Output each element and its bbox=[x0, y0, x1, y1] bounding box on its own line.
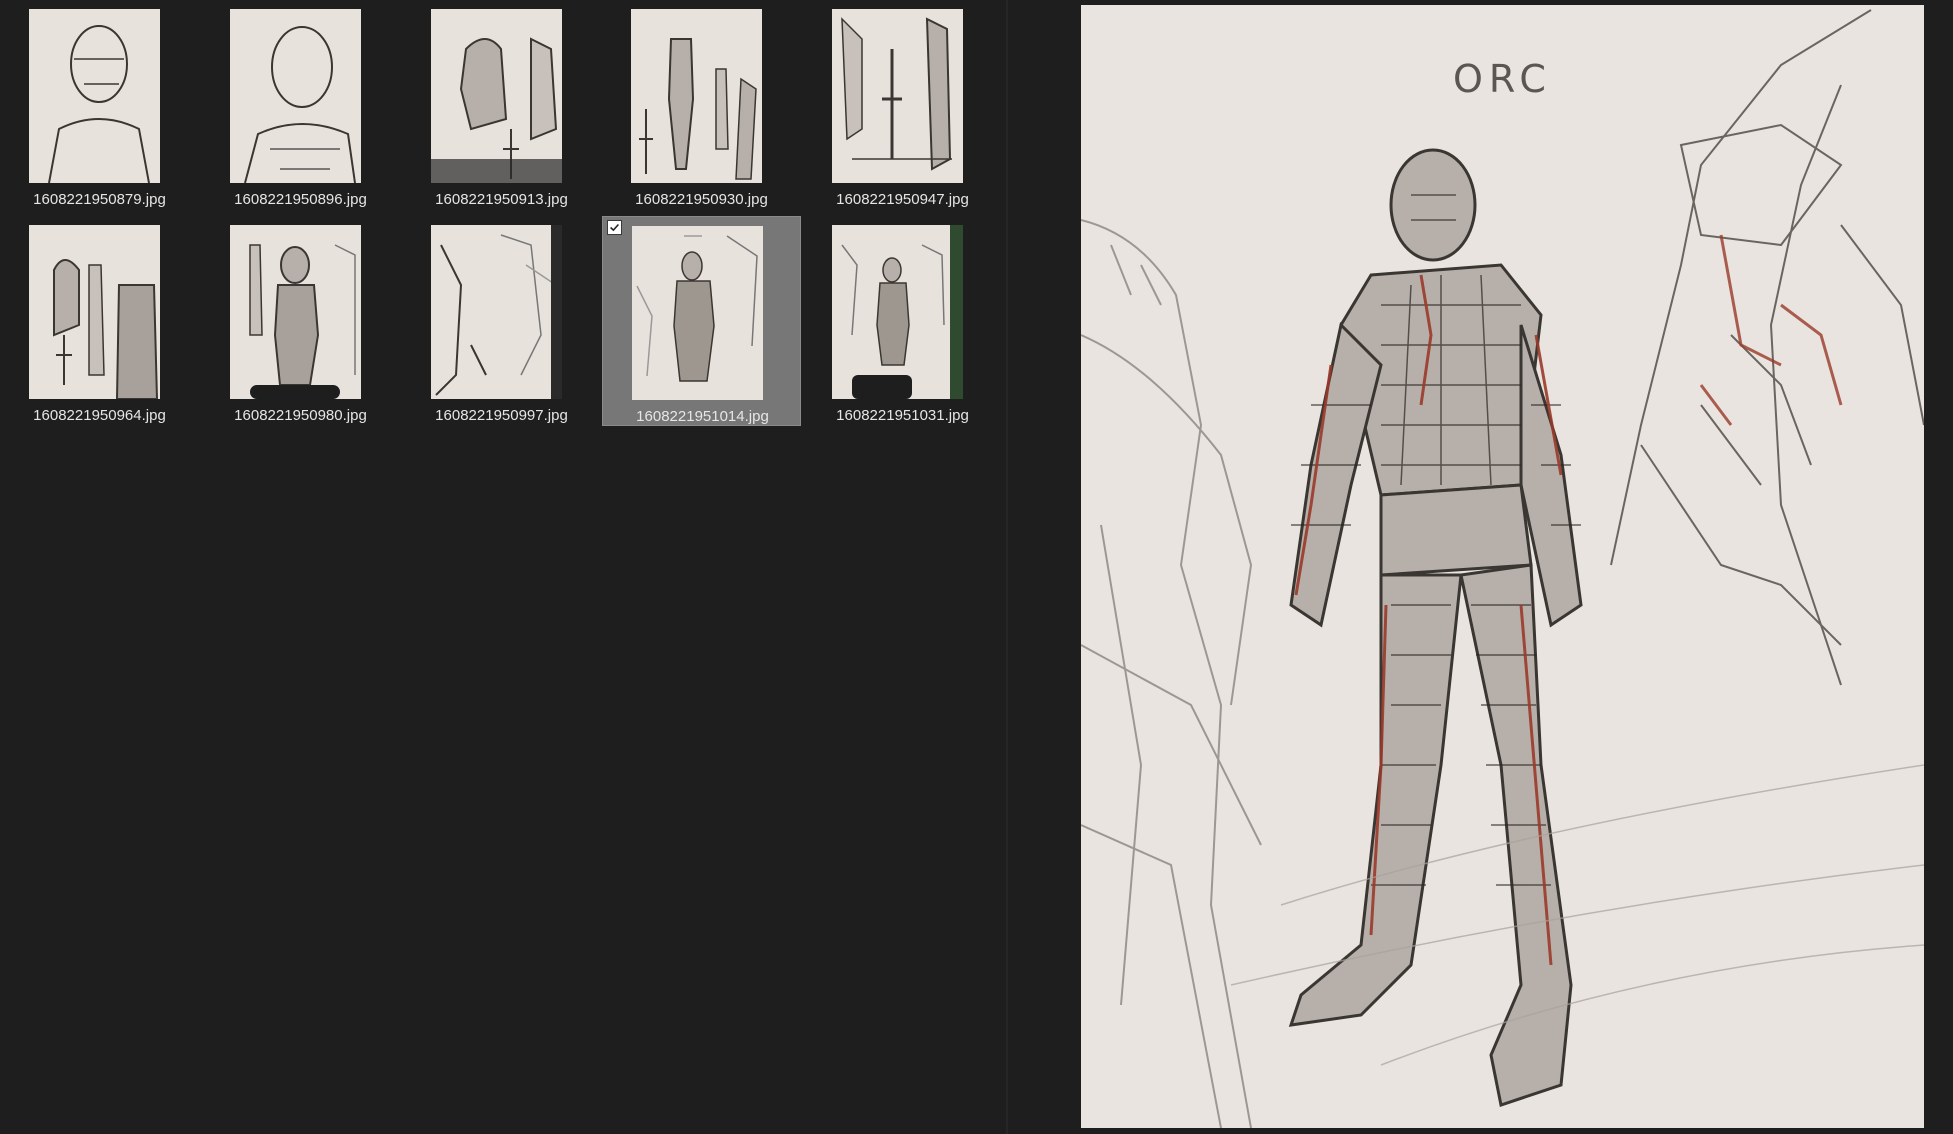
file-viewer-app: 1608221950879.jpg 1608221950896.jpg 160822… bbox=[0, 0, 1953, 1134]
thumbnail-image bbox=[431, 9, 562, 183]
file-thumbnail-item[interactable]: 1608221950879.jpg bbox=[0, 0, 199, 210]
file-name-label: 1608221950947.jpg bbox=[836, 191, 969, 208]
file-name-label: 1608221950997.jpg bbox=[435, 407, 568, 424]
file-thumbnail-item[interactable]: 1608221951014.jpg bbox=[602, 216, 801, 426]
file-grid-pane[interactable]: 1608221950879.jpg 1608221950896.jpg 160822… bbox=[0, 0, 1006, 1134]
preview-title-text: ORC bbox=[1453, 57, 1552, 101]
file-name-label: 1608221951031.jpg bbox=[836, 407, 969, 424]
thumbnail-image bbox=[632, 226, 763, 400]
thumbnail-image bbox=[832, 225, 963, 399]
file-thumbnail-item[interactable]: 1608221950980.jpg bbox=[201, 216, 400, 426]
file-name-label: 1608221950879.jpg bbox=[33, 191, 166, 208]
thumbnail-image bbox=[832, 9, 963, 183]
file-thumbnail-item[interactable]: 1608221950896.jpg bbox=[201, 0, 400, 210]
thumbnail-image bbox=[431, 225, 562, 399]
file-name-label: 1608221950980.jpg bbox=[234, 407, 367, 424]
file-thumbnail-item[interactable]: 1608221951031.jpg bbox=[803, 216, 1002, 426]
file-thumbnail-item[interactable]: 1608221950930.jpg bbox=[602, 0, 801, 210]
file-name-label: 1608221950964.jpg bbox=[33, 407, 166, 424]
thumbnail-image bbox=[29, 9, 160, 183]
file-thumbnail-item[interactable]: 1608221950913.jpg bbox=[402, 0, 601, 210]
file-name-label: 1608221950930.jpg bbox=[635, 191, 768, 208]
file-thumbnail-item[interactable]: 1608221950947.jpg bbox=[803, 0, 1002, 210]
thumbnail-image bbox=[230, 225, 361, 399]
preview-sketch bbox=[1081, 5, 1924, 1128]
preview-pane: ORC bbox=[1008, 0, 1953, 1134]
file-thumbnail-item[interactable]: 1608221950997.jpg bbox=[402, 216, 601, 426]
thumbnail-image bbox=[230, 9, 361, 183]
file-thumbnail-item[interactable]: 1608221950964.jpg bbox=[0, 216, 199, 426]
preview-image: ORC bbox=[1081, 5, 1924, 1128]
thumbnail-image bbox=[29, 225, 160, 399]
thumbnail-image bbox=[631, 9, 762, 183]
file-name-label: 1608221951014.jpg bbox=[636, 408, 769, 425]
file-name-label: 1608221950896.jpg bbox=[234, 191, 367, 208]
file-name-label: 1608221950913.jpg bbox=[435, 191, 568, 208]
checkmark-icon[interactable] bbox=[607, 220, 622, 235]
